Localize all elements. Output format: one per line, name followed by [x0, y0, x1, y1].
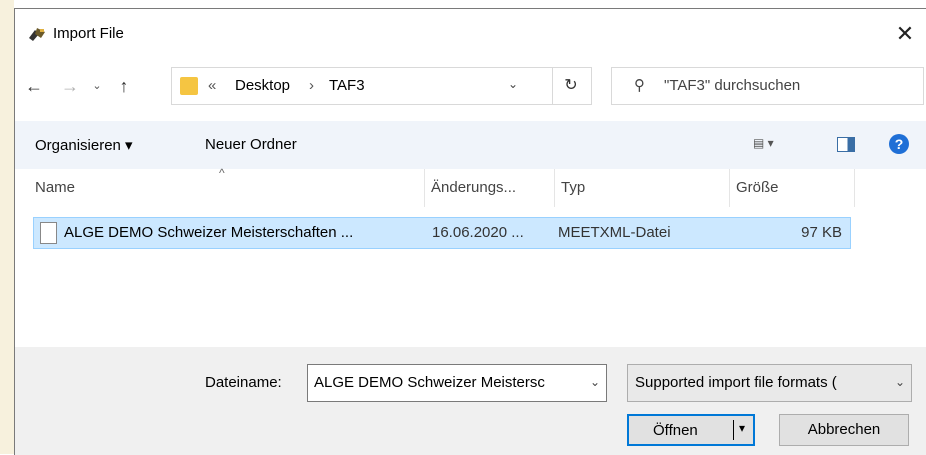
up-button[interactable]: ↑ — [113, 73, 135, 99]
open-button-label: Öffnen — [653, 422, 698, 439]
breadcrumb-taf3[interactable]: TAF3 — [329, 77, 365, 94]
sort-caret-icon: ^ — [219, 166, 225, 180]
app-icon — [29, 28, 45, 41]
file-type: MEETXML-Datei — [558, 224, 671, 241]
dialog-title: Import File — [53, 25, 124, 42]
close-icon: ✕ — [895, 21, 915, 46]
search-placeholder: "TAF3" durchsuchen — [664, 77, 801, 94]
column-header-name[interactable]: Name ^ — [29, 166, 425, 207]
navigation-bar: ← → ⌄ ↑ « Desktop › TAF3 ⌄ ↻ ⚲ "TAF3" du… — [15, 65, 926, 109]
breadcrumb-separator[interactable]: › — [309, 77, 314, 94]
file-list: Name ^ Änderungs... Typ Größe ALGE DEMO … — [15, 166, 926, 349]
address-dropdown[interactable]: ⌄ — [508, 77, 518, 91]
refresh-button[interactable]: ↻ — [551, 67, 592, 105]
view-options-icon[interactable]: ▤ ▾ — [753, 136, 774, 150]
search-input[interactable]: ⚲ "TAF3" durchsuchen — [611, 67, 924, 105]
folder-icon — [180, 77, 198, 95]
cancel-button[interactable]: Abbrechen — [779, 414, 909, 446]
open-button[interactable]: Öffnen ▾ — [627, 414, 755, 446]
title-bar: Import File ✕ — [15, 9, 926, 59]
search-icon: ⚲ — [634, 77, 645, 94]
up-arrow-icon: ↑ — [119, 76, 129, 96]
back-arrow-icon: ← — [25, 76, 43, 96]
new-folder-button[interactable]: Neuer Ordner — [205, 136, 297, 153]
filename-value: ALGE DEMO Schweizer Meistersc — [314, 374, 545, 391]
help-icon[interactable]: ? — [889, 134, 909, 154]
import-file-dialog: Import File ✕ ← → ⌄ ↑ « Desktop › TAF3 ⌄… — [14, 8, 926, 455]
filetype-select[interactable]: Supported import file formats ( ⌄ — [627, 364, 912, 402]
preview-pane-icon[interactable] — [837, 137, 855, 152]
breadcrumb-overflow[interactable]: « — [208, 77, 216, 94]
column-header-type[interactable]: Typ — [555, 169, 730, 207]
back-button[interactable]: ← — [23, 73, 45, 99]
file-size: 97 KB — [801, 224, 842, 241]
organise-button[interactable]: Organisieren ▾ — [35, 136, 133, 154]
chevron-down-icon[interactable]: ⌄ — [590, 375, 600, 389]
command-toolbar: Organisieren ▾ Neuer Ordner ▤ ▾ ? — [15, 121, 926, 169]
file-icon — [40, 222, 57, 244]
address-bar[interactable]: « Desktop › TAF3 ⌄ — [171, 67, 553, 105]
forward-button[interactable]: → — [59, 73, 81, 99]
background-window — [0, 0, 14, 454]
filename-label: Dateiname: — [205, 374, 282, 391]
column-header-size[interactable]: Größe — [730, 169, 855, 207]
refresh-icon: ↻ — [564, 77, 578, 94]
split-divider — [733, 420, 734, 440]
breadcrumb-desktop[interactable]: Desktop — [235, 77, 290, 94]
close-button[interactable]: ✕ — [883, 15, 926, 53]
open-options-arrow-icon[interactable]: ▾ — [739, 421, 745, 435]
file-row[interactable]: ALGE DEMO Schweizer Meisterschaften ... … — [33, 217, 851, 249]
chevron-down-icon: ⌄ — [92, 80, 102, 92]
filename-combobox[interactable]: ALGE DEMO Schweizer Meistersc ⌄ — [307, 364, 607, 402]
bottom-panel: Dateiname: ALGE DEMO Schweizer Meistersc… — [15, 347, 926, 455]
forward-arrow-icon: → — [61, 76, 79, 96]
column-header-date[interactable]: Änderungs... — [425, 169, 555, 207]
file-name: ALGE DEMO Schweizer Meisterschaften ... — [64, 224, 354, 241]
column-name-label: Name — [35, 179, 76, 196]
file-date: 16.06.2020 ... — [432, 224, 524, 241]
filetype-value: Supported import file formats ( — [635, 374, 837, 391]
chevron-down-icon: ⌄ — [894, 375, 905, 389]
recent-locations-button[interactable]: ⌄ — [89, 73, 105, 99]
